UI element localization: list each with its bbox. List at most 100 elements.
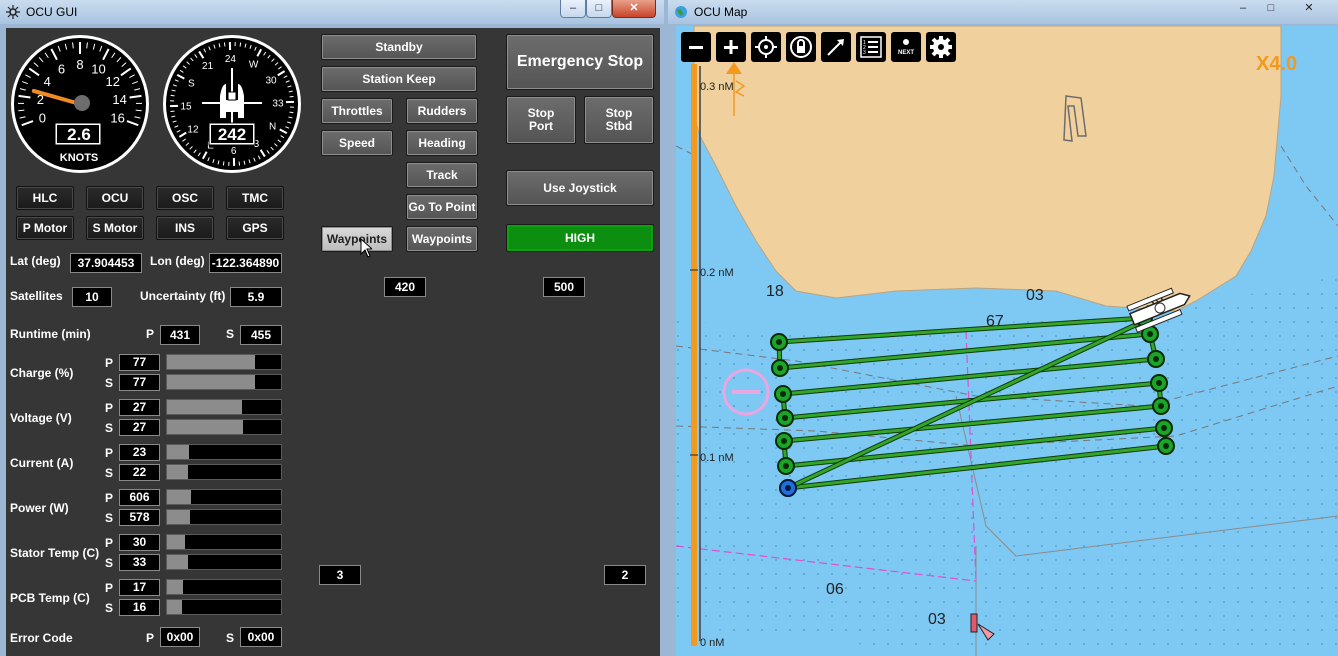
metric-s-bar-fill	[167, 465, 188, 479]
metric-s-bar-fill	[167, 375, 255, 389]
map-canvas[interactable]: 180367580603 0.3 nM0.2 nM0.1 nM0 nM	[676, 26, 1338, 656]
metric-s-label: S	[105, 511, 114, 525]
land-area	[693, 26, 1282, 312]
metric-s-bar	[166, 374, 282, 390]
heading-tick-label: 15	[180, 102, 192, 113]
metric-s-bar-fill	[167, 510, 190, 524]
metric-label: Charge (%)	[10, 366, 74, 380]
maximize-button[interactable]: □	[586, 0, 612, 18]
heading-button[interactable]: Heading	[406, 130, 478, 156]
station-keep-button[interactable]: Station Keep	[321, 66, 477, 92]
center-crosshair-icon[interactable]	[751, 32, 781, 62]
waypoint-marker-dot	[783, 463, 789, 469]
metric-label: PCB Temp (C)	[10, 591, 90, 605]
waypoint-marker-dot	[1156, 380, 1162, 386]
metric-s-label: S	[105, 466, 114, 480]
metric-p-value: 27	[119, 399, 160, 416]
track-button[interactable]: Track	[406, 162, 478, 188]
metric-label: Voltage (V)	[10, 411, 72, 425]
depth-label: 03	[1026, 287, 1044, 304]
heading-tick	[289, 111, 294, 114]
metric-s-bar	[166, 599, 282, 615]
settings-gear-icon[interactable]	[926, 32, 956, 62]
waypoint-marker-dot	[776, 339, 782, 345]
value-500: 500	[543, 277, 585, 297]
throttles-button[interactable]: Throttles	[321, 98, 393, 124]
metric-p-bar	[166, 444, 282, 460]
list-icon[interactable]: 123	[856, 32, 886, 62]
metric-p-label: P	[105, 491, 114, 505]
metric-p-bar-fill	[167, 400, 243, 414]
heading-gauge: N36E1215S2124 W3033 242	[163, 35, 301, 173]
status-gps[interactable]: GPS	[226, 216, 284, 240]
status-ocu[interactable]: OCU	[86, 186, 144, 210]
metric-p-label: P	[105, 356, 114, 370]
metric-p-bar-fill	[167, 535, 186, 549]
heading-tick	[170, 94, 175, 97]
go-to-point-button[interactable]: Go To Point	[406, 194, 478, 220]
rudders-button[interactable]: Rudders	[406, 98, 478, 124]
metric-s-bar	[166, 419, 282, 435]
metric-p-bar	[166, 579, 282, 595]
lock-icon[interactable]	[786, 32, 816, 62]
window-title: OCU GUI	[26, 5, 78, 19]
zoom-out-button[interactable]	[681, 32, 711, 62]
zoom-in-button[interactable]	[716, 32, 746, 62]
lon-value: -122.364890	[209, 253, 282, 273]
metric-p-label: P	[105, 536, 114, 550]
metric-p-value: 77	[119, 354, 160, 371]
use-joystick-button[interactable]: Use Joystick	[506, 170, 654, 206]
map-maximize-button[interactable]: □	[1258, 0, 1284, 18]
heading-tick	[239, 42, 242, 47]
satellites-value: 10	[72, 287, 112, 307]
status-p-motor[interactable]: P Motor	[16, 216, 74, 240]
speed-tick	[86, 42, 88, 49]
scale-label: 0.3 nM	[700, 81, 734, 93]
metric-label: Power (W)	[10, 501, 69, 515]
status-s-motor[interactable]: S Motor	[86, 216, 144, 240]
waypoints-left-button[interactable]: Waypoints	[321, 226, 393, 252]
waypoints-right-button[interactable]: Waypoints	[406, 226, 478, 252]
map-minimize-button[interactable]: –	[1230, 0, 1256, 18]
lat-value: 37.904453	[70, 253, 142, 273]
speed-button[interactable]: Speed	[321, 130, 393, 156]
scale-label: 0.2 nM	[700, 267, 734, 279]
speed-value: 2.6	[67, 125, 91, 144]
value-3: 3	[319, 565, 361, 585]
standby-button[interactable]: Standby	[321, 34, 477, 60]
heading-tick	[222, 161, 225, 166]
status-ins[interactable]: INS	[156, 216, 214, 240]
high-indicator[interactable]: HIGH	[506, 224, 654, 252]
speed-tick-label: 14	[112, 92, 126, 107]
map-title-bar[interactable]: OCU Map – □ ✕	[668, 0, 1338, 24]
metric-p-value: 30	[119, 534, 160, 551]
speed-unit: KNOTS	[60, 152, 99, 164]
minimize-button[interactable]: –	[560, 0, 586, 18]
uncertainty-label: Uncertainty (ft)	[140, 289, 226, 303]
heading-tick-label: 21	[202, 61, 214, 72]
status-hlc[interactable]: HLC	[16, 186, 74, 210]
depth-label: 03	[928, 611, 946, 628]
metric-p-label: P	[105, 401, 114, 415]
close-button[interactable]: ✕	[612, 0, 656, 18]
value-420: 420	[384, 277, 426, 297]
heading-tick-label: 12	[187, 124, 199, 135]
status-tmc[interactable]: TMC	[226, 186, 284, 210]
title-bar[interactable]: OCU GUI – □ ✕	[0, 0, 664, 24]
pointer-icon[interactable]	[821, 32, 851, 62]
stop-port-button[interactable]: Stop Port	[506, 96, 576, 144]
stop-stbd-button[interactable]: Stop Stbd	[584, 96, 654, 144]
metric-p-value: 23	[119, 444, 160, 461]
status-osc[interactable]: OSC	[156, 186, 214, 210]
metric-p-value: 17	[119, 579, 160, 596]
heading-tick-label: 6	[231, 146, 237, 157]
emergency-stop-button[interactable]: Emergency Stop	[506, 34, 654, 90]
value-2: 2	[604, 565, 646, 585]
waypoint-marker-dot	[1158, 403, 1164, 409]
start-waypoint-dot	[785, 485, 791, 491]
lon-label: Lon (deg)	[150, 254, 205, 268]
metric-p-bar	[166, 354, 282, 370]
next-button[interactable]: NEXT	[891, 32, 921, 62]
map-close-button[interactable]: ✕	[1294, 0, 1324, 18]
metric-p-label: P	[105, 446, 114, 460]
